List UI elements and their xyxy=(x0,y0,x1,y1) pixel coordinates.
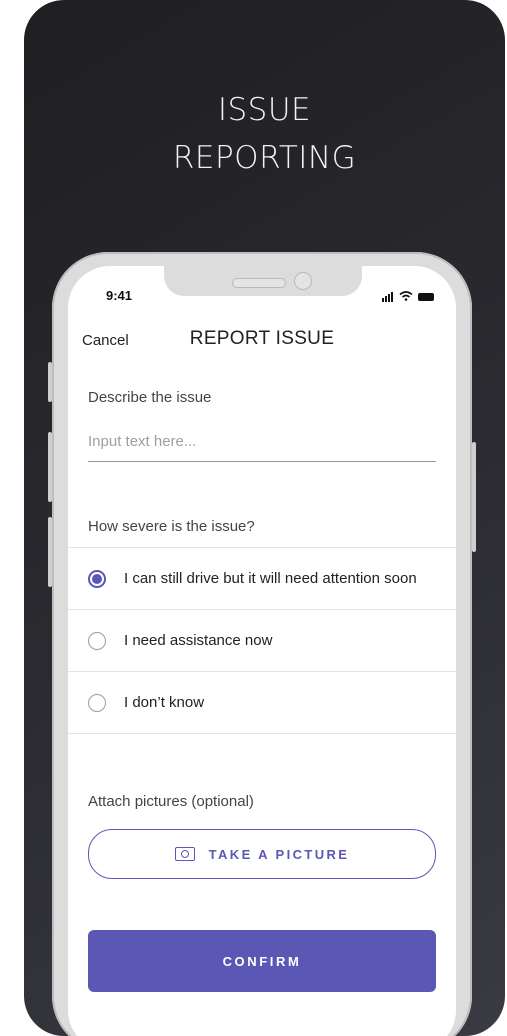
severity-options: I can still drive but it will need atten… xyxy=(68,547,456,734)
headline-line1: ISSUE xyxy=(217,92,312,128)
status-icons xyxy=(382,288,434,306)
issue-description-input[interactable] xyxy=(88,421,436,462)
speaker-grille xyxy=(232,278,286,288)
severity-option-label: I can still drive but it will need atten… xyxy=(124,570,417,587)
severity-option-label: I don’t know xyxy=(124,694,205,711)
take-picture-label: TAKE A PICTURE xyxy=(208,846,350,862)
phone-volume-up-button xyxy=(48,432,52,502)
confirm-button[interactable]: CONFIRM xyxy=(88,930,436,992)
severity-option-assistance[interactable]: I need assistance now xyxy=(68,609,456,671)
phone-frame: 9:41 Cancel REPORT ISSUE Describe the is… xyxy=(48,252,476,1036)
status-time: 9:41 xyxy=(106,288,133,303)
radio-unselected-icon[interactable] xyxy=(88,694,106,712)
wifi-icon xyxy=(399,288,413,306)
headline-line2: REPORTING xyxy=(172,140,357,176)
severity-option-dont-know[interactable]: I don’t know xyxy=(68,671,456,734)
phone-power-button xyxy=(472,442,476,552)
radio-unselected-icon[interactable] xyxy=(88,632,106,650)
screen-title: REPORT ISSUE xyxy=(189,328,335,349)
confirm-label: CONFIRM xyxy=(222,953,302,969)
take-picture-button[interactable]: TAKE A PICTURE xyxy=(88,829,436,879)
severity-option-label: I need assistance now xyxy=(124,632,273,649)
radio-selected-icon[interactable] xyxy=(88,570,106,588)
severity-option-drive[interactable]: I can still drive but it will need atten… xyxy=(68,547,456,609)
phone-volume-down-button xyxy=(48,517,52,587)
severity-label: How severe is the issue? xyxy=(88,518,255,535)
phone-screen: 9:41 Cancel REPORT ISSUE Describe the is… xyxy=(68,266,456,1036)
camera-icon xyxy=(174,847,195,861)
poster-background: ISSUE REPORTING 9:41 Cancel REPORT ISSUE… xyxy=(24,0,505,1036)
front-camera xyxy=(294,272,312,290)
describe-label: Describe the issue xyxy=(88,389,212,406)
phone-side-button xyxy=(48,362,52,402)
battery-icon xyxy=(418,293,434,301)
phone-notch xyxy=(164,266,362,296)
attach-label: Attach pictures (optional) xyxy=(88,793,254,810)
navbar: Cancel REPORT ISSUE xyxy=(68,316,456,360)
signal-icon xyxy=(382,292,394,302)
